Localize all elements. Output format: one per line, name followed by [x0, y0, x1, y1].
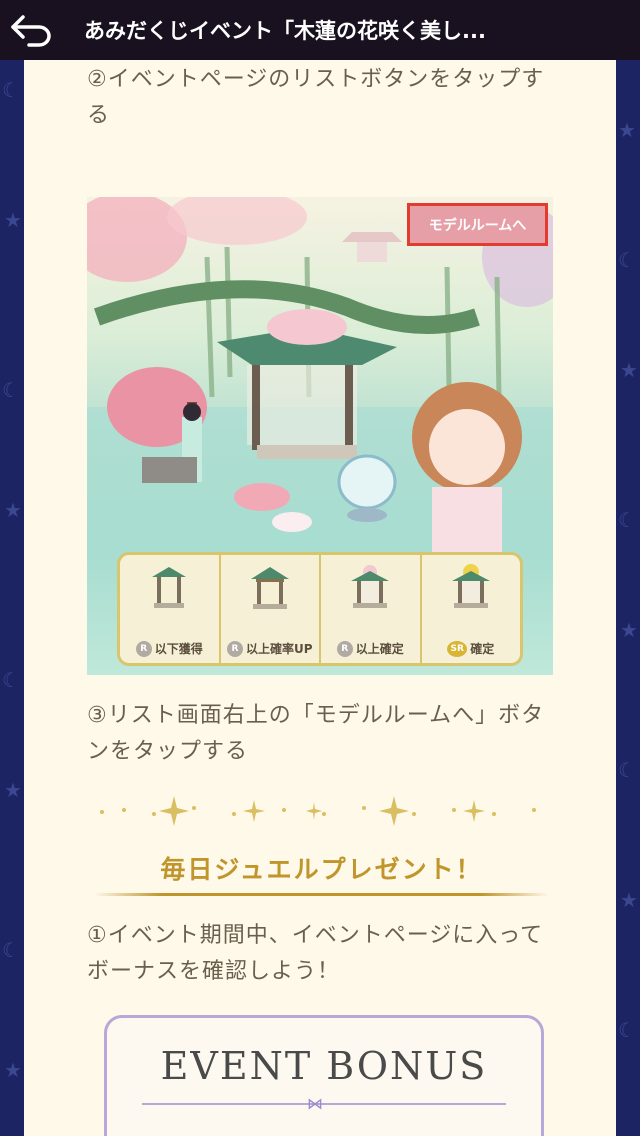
list-item[interactable]: R 以上確率UP: [221, 555, 321, 663]
reward-list-panel: R 以下獲得 R 以上確率UP R 以上確定 SR 確定: [117, 552, 523, 666]
sparkle-divider: [100, 796, 536, 826]
pavilion-icon: [152, 567, 187, 608]
right-border-decoration: ★ ☾ ★ ☾ ★ ☾ ★ ☾: [616, 60, 640, 1136]
pavilion-icon: [351, 565, 390, 608]
daily-jewel-heading: 毎日ジュエルプレゼント！: [94, 850, 549, 896]
top-bar: あみだくじイベント「木蓮の花咲く美し...: [0, 0, 640, 60]
model-room-button[interactable]: モデルルームへ: [407, 203, 548, 246]
rank-label: R 以上確定: [336, 640, 404, 657]
event-list-illustration: モデルルームへ R 以下獲得 R 以上確率UP R 以上確定 SR 確定: [87, 197, 553, 675]
back-arrow-icon: [11, 15, 51, 47]
pavilion-icon: [250, 567, 289, 609]
rank-label: R 以下獲得: [135, 640, 203, 657]
pavilion-icon: [451, 564, 490, 608]
event-bonus-title: EVENT BONUS: [160, 1044, 488, 1088]
page-title: あみだくじイベント「木蓮の花咲く美し...: [84, 19, 486, 43]
rank-label: R 以上確率UP: [226, 640, 313, 657]
list-item[interactable]: R 以上確定: [321, 555, 422, 663]
ribbon-bow-icon: ⋈: [307, 1094, 323, 1113]
rank-label: SR 確定: [447, 640, 494, 657]
list-item[interactable]: R 以下獲得: [120, 555, 221, 663]
event-bonus-banner: EVENT BONUS ⋈: [104, 1015, 544, 1136]
banner-divider: [142, 1103, 506, 1105]
back-button[interactable]: [0, 0, 64, 60]
article-content: ②イベントページのリストボタンをタップする モデルルームへ R 以下獲得 R 以…: [24, 60, 616, 1136]
list-item[interactable]: SR 確定: [422, 555, 521, 663]
step-1-text: ①イベント期間中、イベントページに入ってボーナスを確認しよう！: [87, 923, 544, 984]
step-2-text: ②イベントページのリストボタンをタップする: [87, 67, 545, 128]
left-border-decoration: ☾ ★ ☾ ★ ☾ ★ ☾ ★: [0, 60, 24, 1136]
step-3-text: ③リスト画面右上の「モデルルームへ」ボタンをタップする: [87, 703, 545, 764]
